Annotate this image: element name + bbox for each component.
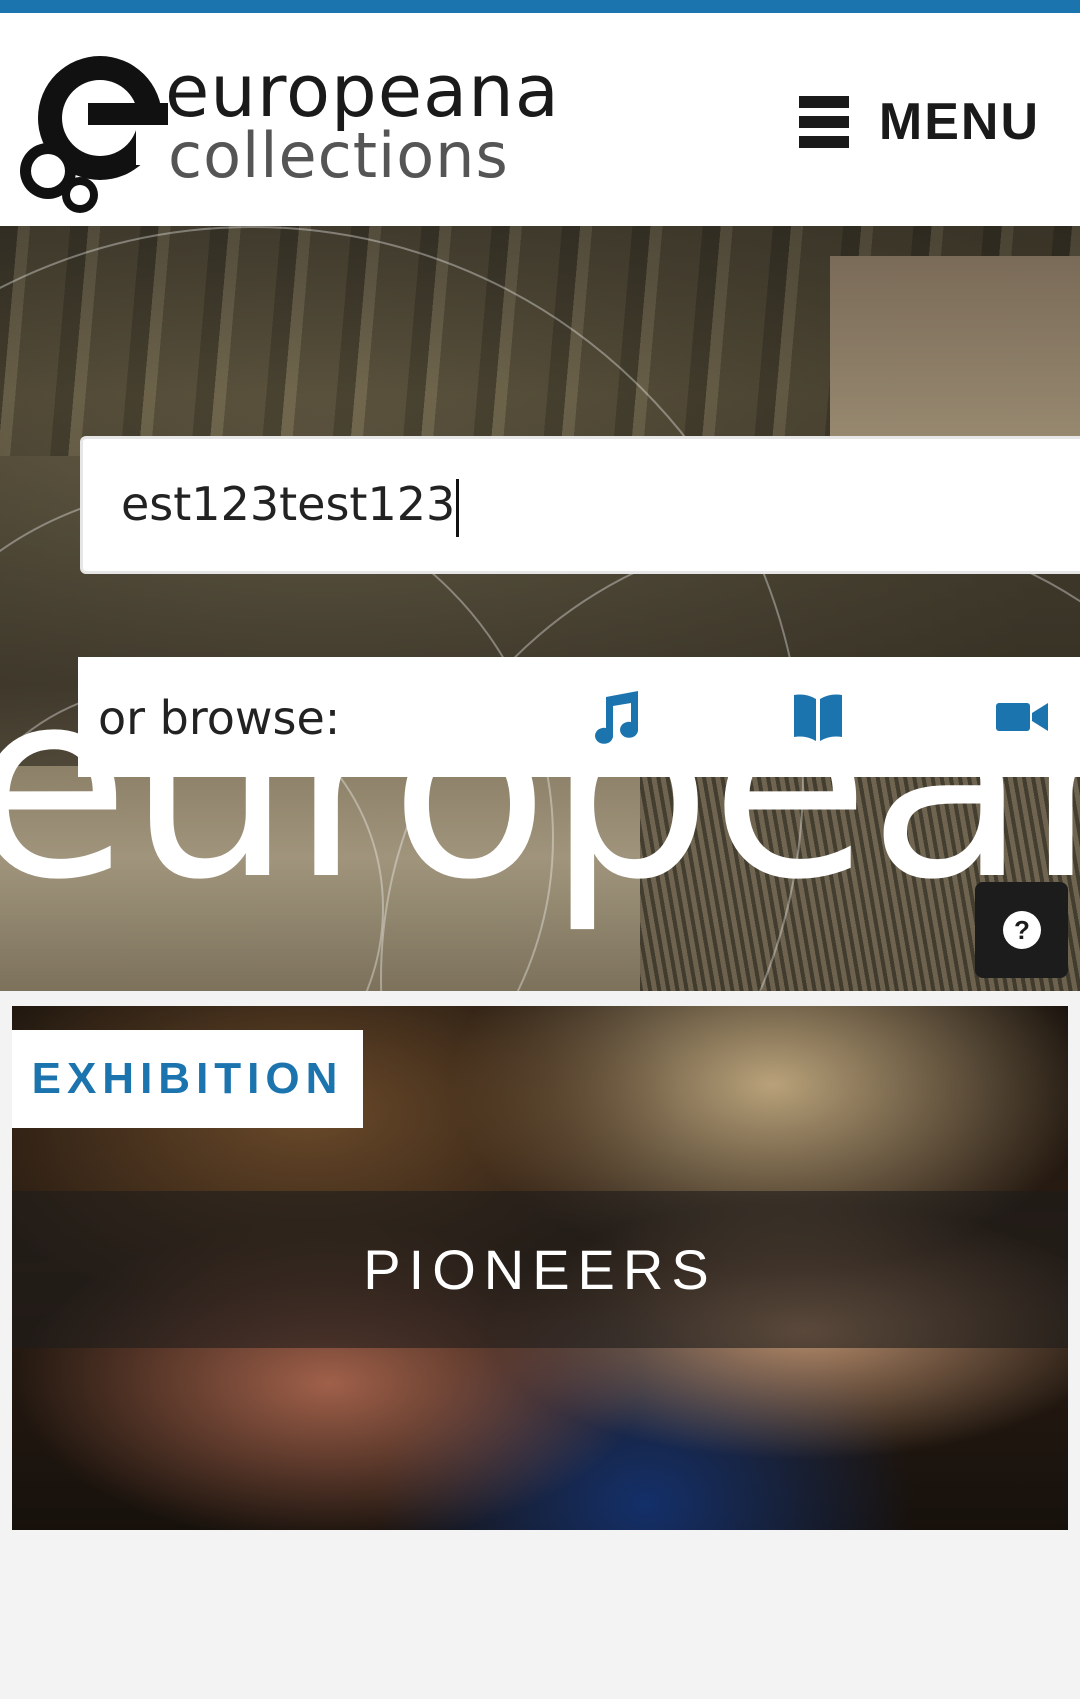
search-input-value: est123test123: [121, 477, 460, 537]
top-accent-bar: [0, 0, 1080, 13]
video-camera-icon[interactable]: [994, 689, 1050, 745]
menu-button[interactable]: MENU: [798, 91, 1040, 153]
search-input[interactable]: est123test123: [80, 436, 1080, 574]
svg-text:?: ?: [1014, 915, 1030, 945]
exhibition-tag-label: EXHIBITION: [31, 1054, 344, 1103]
menu-label: MENU: [878, 93, 1040, 151]
browse-bar: or browse:: [78, 657, 1080, 777]
music-icon[interactable]: [586, 689, 642, 745]
logo-subtitle: collections: [168, 119, 509, 192]
book-icon[interactable]: [790, 689, 846, 745]
exhibition-title[interactable]: PIONEERS: [12, 1191, 1068, 1348]
hero-banner: europeana: [0, 226, 1080, 991]
logo-wordmark: europeana: [165, 49, 560, 133]
exhibition-tag: EXHIBITION: [12, 1030, 363, 1128]
text-caret: [456, 478, 460, 537]
europeana-logo-icon[interactable]: [18, 43, 168, 218]
site-header: europeana collections MENU: [0, 13, 1080, 226]
browse-label: or browse:: [98, 691, 341, 745]
help-button[interactable]: ?: [975, 882, 1068, 978]
question-circle-icon: ?: [1002, 911, 1041, 949]
hamburger-icon: [798, 96, 849, 148]
hero-background-house: [830, 256, 1080, 456]
